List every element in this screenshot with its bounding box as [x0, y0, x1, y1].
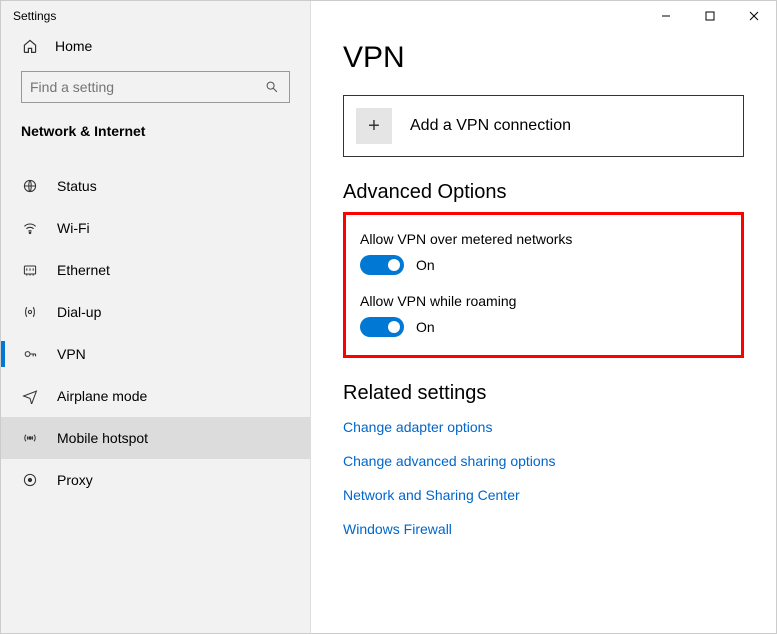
nav-home[interactable]: Home	[1, 27, 310, 65]
link-windows-firewall[interactable]: Windows Firewall	[343, 521, 744, 537]
globe-icon	[21, 177, 39, 195]
add-vpn-label: Add a VPN connection	[410, 117, 571, 135]
nav-home-label: Home	[55, 38, 92, 54]
sidebar-item-label: Status	[57, 178, 97, 194]
sidebar-item-hotspot[interactable]: Mobile hotspot	[1, 417, 310, 459]
toggle-roaming[interactable]	[360, 317, 404, 337]
toggle-metered-state: On	[416, 257, 435, 273]
advanced-options-highlight: Allow VPN over metered networks On Allow…	[343, 212, 744, 358]
main-pane: VPN + Add a VPN connection Advanced Opti…	[311, 1, 776, 633]
link-network-center[interactable]: Network and Sharing Center	[343, 487, 744, 503]
sidebar-item-dialup[interactable]: Dial-up	[1, 291, 310, 333]
sidebar-item-label: Mobile hotspot	[57, 430, 148, 446]
wifi-icon	[21, 219, 39, 237]
link-sharing-options[interactable]: Change advanced sharing options	[343, 453, 744, 469]
search-icon	[263, 78, 281, 96]
window-controls	[644, 1, 776, 31]
sidebar-item-vpn[interactable]: VPN	[1, 333, 310, 375]
opt-metered-label: Allow VPN over metered networks	[360, 231, 727, 247]
proxy-icon	[21, 471, 39, 489]
window-title: Settings	[1, 1, 310, 27]
sidebar-item-label: Dial-up	[57, 304, 101, 320]
sidebar-item-status[interactable]: Status	[1, 165, 310, 207]
vpn-icon	[21, 345, 39, 363]
close-button[interactable]	[732, 1, 776, 31]
maximize-button[interactable]	[688, 1, 732, 31]
home-icon	[21, 37, 39, 55]
link-adapter-options[interactable]: Change adapter options	[343, 419, 744, 435]
sidebar-item-label: Wi-Fi	[57, 220, 90, 236]
dialup-icon	[21, 303, 39, 321]
airplane-icon	[21, 387, 39, 405]
advanced-options-heading: Advanced Options	[343, 181, 744, 204]
add-vpn-button[interactable]: + Add a VPN connection	[343, 95, 744, 157]
sidebar-item-ethernet[interactable]: Ethernet	[1, 249, 310, 291]
sidebar: Settings Home Network & Internet Status …	[1, 1, 311, 633]
page-title: VPN	[343, 41, 744, 75]
opt-roaming-label: Allow VPN while roaming	[360, 293, 727, 309]
sidebar-section-title: Network & Internet	[1, 117, 310, 151]
sidebar-item-proxy[interactable]: Proxy	[1, 459, 310, 501]
sidebar-item-airplane[interactable]: Airplane mode	[1, 375, 310, 417]
sidebar-item-label: VPN	[57, 346, 86, 362]
minimize-button[interactable]	[644, 1, 688, 31]
sidebar-item-wifi[interactable]: Wi-Fi	[1, 207, 310, 249]
toggle-metered[interactable]	[360, 255, 404, 275]
toggle-roaming-state: On	[416, 319, 435, 335]
sidebar-item-label: Airplane mode	[57, 388, 147, 404]
search-box[interactable]	[21, 71, 290, 103]
sidebar-item-label: Ethernet	[57, 262, 110, 278]
related-settings-heading: Related settings	[343, 382, 744, 405]
search-input[interactable]	[30, 79, 263, 95]
ethernet-icon	[21, 261, 39, 279]
sidebar-item-label: Proxy	[57, 472, 93, 488]
plus-icon: +	[356, 108, 392, 144]
hotspot-icon	[21, 429, 39, 447]
